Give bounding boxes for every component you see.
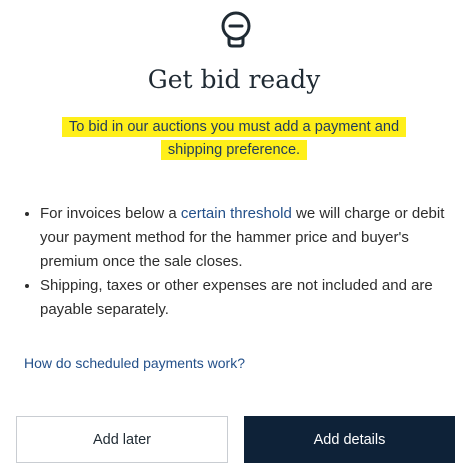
page-title: Get bid ready	[147, 65, 321, 94]
list-item: For invoices below a certain threshold w…	[40, 202, 468, 274]
list-item: Shipping, taxes or other expenses are no…	[40, 274, 468, 322]
certain-threshold-link[interactable]: certain threshold	[181, 205, 292, 222]
add-details-button[interactable]: Add details	[244, 416, 455, 463]
notice-line-1: To bid in our auctions you must add a pa…	[61, 117, 407, 137]
info-list: For invoices below a certain threshold w…	[22, 202, 468, 322]
notice-message: To bid in our auctions you must add a pa…	[0, 116, 468, 162]
scheduled-payments-link[interactable]: How do scheduled payments work?	[24, 355, 245, 371]
add-later-button[interactable]: Add later	[16, 416, 228, 463]
lightbulb-icon	[219, 10, 253, 52]
notice-line-2: shipping preference.	[160, 140, 308, 160]
list-item-text: For invoices below a	[40, 205, 181, 222]
